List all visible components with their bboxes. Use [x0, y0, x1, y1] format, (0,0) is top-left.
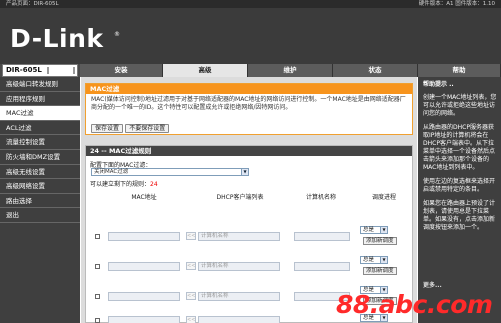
sidebar-item-logout[interactable]: 退出 [0, 208, 80, 223]
rules-title: 24 -- MAC过滤规则 [86, 146, 412, 156]
col-schedule: 调度进程 [371, 194, 396, 201]
row-enable-checkbox[interactable] [95, 318, 100, 323]
add-schedule-button[interactable]: 添加新调度 [363, 267, 397, 275]
col-computer-name: 计算机名称 [305, 194, 336, 201]
remaining-label: 可以建立剩下的规则： [90, 181, 151, 188]
version-label: 硬件版本：A1 固件版本：1.10 [418, 1, 495, 7]
intro-description: MAC(媒体访问控制)地址过滤用于对基于网络适配器的MAC地址的网络访问进行控制… [91, 96, 406, 111]
tab-status[interactable]: 状态 [333, 64, 418, 77]
add-schedule-button[interactable]: 添加新调度 [363, 237, 397, 245]
chevron-down-icon: ▼ [241, 169, 248, 175]
sidebar-item-firewall-dmz[interactable]: 防火墙和DMZ设置 [0, 150, 80, 165]
schedule-value: 总是 [363, 257, 375, 263]
filter-mode-value: 关闭MAC过滤 [94, 169, 129, 175]
save-settings-button[interactable]: 保存设置 [91, 124, 124, 133]
schedule-select[interactable]: 总是 ▼ [360, 256, 388, 264]
col-mac-address: MAC地址 [131, 194, 157, 201]
intro-title: MAC过滤 [86, 84, 412, 94]
computer-name-input[interactable] [294, 232, 350, 241]
model-label: DIR-605L [2, 64, 78, 77]
dont-save-button[interactable]: 不要保存设置 [125, 124, 170, 133]
row-enable-checkbox[interactable] [95, 264, 100, 269]
copy-client-button[interactable]: << [186, 232, 196, 240]
help-paragraph: 创建一个MAC地址列表，您可以允许或拒绝这些地址访问您的网络。 [423, 94, 497, 117]
tab-advanced[interactable]: 高级 [163, 64, 248, 77]
product-page-label: 产品页面：DIR-605L [6, 1, 59, 7]
schedule-value: 总是 [363, 227, 375, 233]
copy-client-button[interactable]: << [186, 292, 196, 300]
tab-setup[interactable]: 安装 [80, 64, 163, 77]
schedule-select[interactable]: 总是 ▼ [360, 226, 388, 234]
copy-client-button[interactable]: << [186, 316, 196, 323]
sidebar-item-traffic-control[interactable]: 流量控制设置 [0, 135, 80, 150]
dlink-logo: D-Link [10, 24, 104, 53]
row-enable-checkbox[interactable] [95, 234, 100, 239]
computer-name-input[interactable] [294, 262, 350, 271]
main-content: MAC过滤 MAC(媒体访问控制)地址过滤用于对基于网络适配器的MAC地址的网络… [81, 77, 417, 323]
row-enable-checkbox[interactable] [95, 294, 100, 299]
model-text: DIR-605L [6, 66, 42, 74]
chevron-down-icon: ▼ [380, 257, 387, 263]
sidebar-item-advanced-wireless[interactable]: 高级无线设置 [0, 165, 80, 180]
sidebar-item-port-forwarding[interactable]: 高级端口转发规则 [0, 77, 80, 92]
help-more-link[interactable]: 更多... [423, 282, 442, 290]
filter-mode-select[interactable]: 关闭MAC过滤 ▼ [91, 168, 249, 176]
top-info-bar: 产品页面：DIR-605L 硬件版本：A1 固件版本：1.10 [0, 0, 501, 8]
copy-client-button[interactable]: << [186, 262, 196, 270]
dhcp-client-select[interactable]: 计算机名称 [198, 262, 280, 271]
help-paragraph: 如果您在路由器上预设了计划表，请使用总是下拉菜单。如果没有，点击添加新调度按钮来… [423, 200, 496, 231]
help-paragraph: 使用左边的复选框来选择开启或禁用特定的条目。 [423, 178, 496, 193]
dhcp-client-select[interactable]: 计算机名称 [198, 292, 280, 301]
tab-help[interactable]: 帮助 [418, 64, 501, 77]
intro-buttons: 保存设置 不要保存设置 [91, 124, 170, 133]
chevron-down-icon: ▼ [380, 227, 387, 233]
mac-address-input[interactable] [108, 316, 180, 323]
mac-address-input[interactable] [108, 262, 180, 271]
mac-address-input[interactable] [108, 292, 180, 301]
sidebar-item-application-rules[interactable]: 应用程序规则 [0, 92, 80, 107]
remaining-rules: 可以建立剩下的规则：24 [90, 179, 158, 188]
help-title: 帮助提示 .. [423, 81, 454, 88]
remaining-count: 24 [150, 181, 158, 188]
dhcp-client-placeholder: 计算机名称 [201, 263, 229, 269]
sidebar-item-mac-filter[interactable]: MAC过滤 [0, 106, 80, 121]
col-dhcp-client-list: DHCP客户端列表 [216, 194, 264, 201]
dhcp-client-placeholder: 计算机名称 [201, 233, 229, 239]
registered-mark: ® [114, 31, 120, 38]
sidebar-item-advanced-network[interactable]: 高级网络设置 [0, 179, 80, 194]
dhcp-client-select[interactable]: 计算机名称 [198, 232, 280, 241]
mac-filter-intro-panel: MAC过滤 MAC(媒体访问控制)地址过滤用于对基于网络适配器的MAC地址的网络… [85, 83, 413, 135]
tab-maintenance[interactable]: 维护 [248, 64, 333, 77]
help-paragraph: 从路由器的DHCP服务器获取IP地址的计算机将会在DHCP客户端表中。从下拉菜单… [423, 124, 496, 171]
model-bar-icon [47, 67, 75, 74]
sidebar-item-routing[interactable]: 路由选择 [0, 194, 80, 209]
sidebar: 高级端口转发规则 应用程序规则 MAC过滤 ACL过滤 流量控制设置 防火墙和D… [0, 77, 80, 323]
dhcp-client-select[interactable] [198, 316, 280, 323]
header-banner: D-Link ® [0, 8, 501, 64]
help-panel: 帮助提示 .. 创建一个MAC地址列表，您可以允许或拒绝这些地址访问您的网络。 … [418, 77, 501, 323]
watermark-logo: 88.abc.com [336, 290, 493, 319]
mac-address-input[interactable] [108, 232, 180, 241]
dhcp-client-placeholder: 计算机名称 [201, 293, 229, 299]
sidebar-item-acl-filter[interactable]: ACL过滤 [0, 121, 80, 136]
